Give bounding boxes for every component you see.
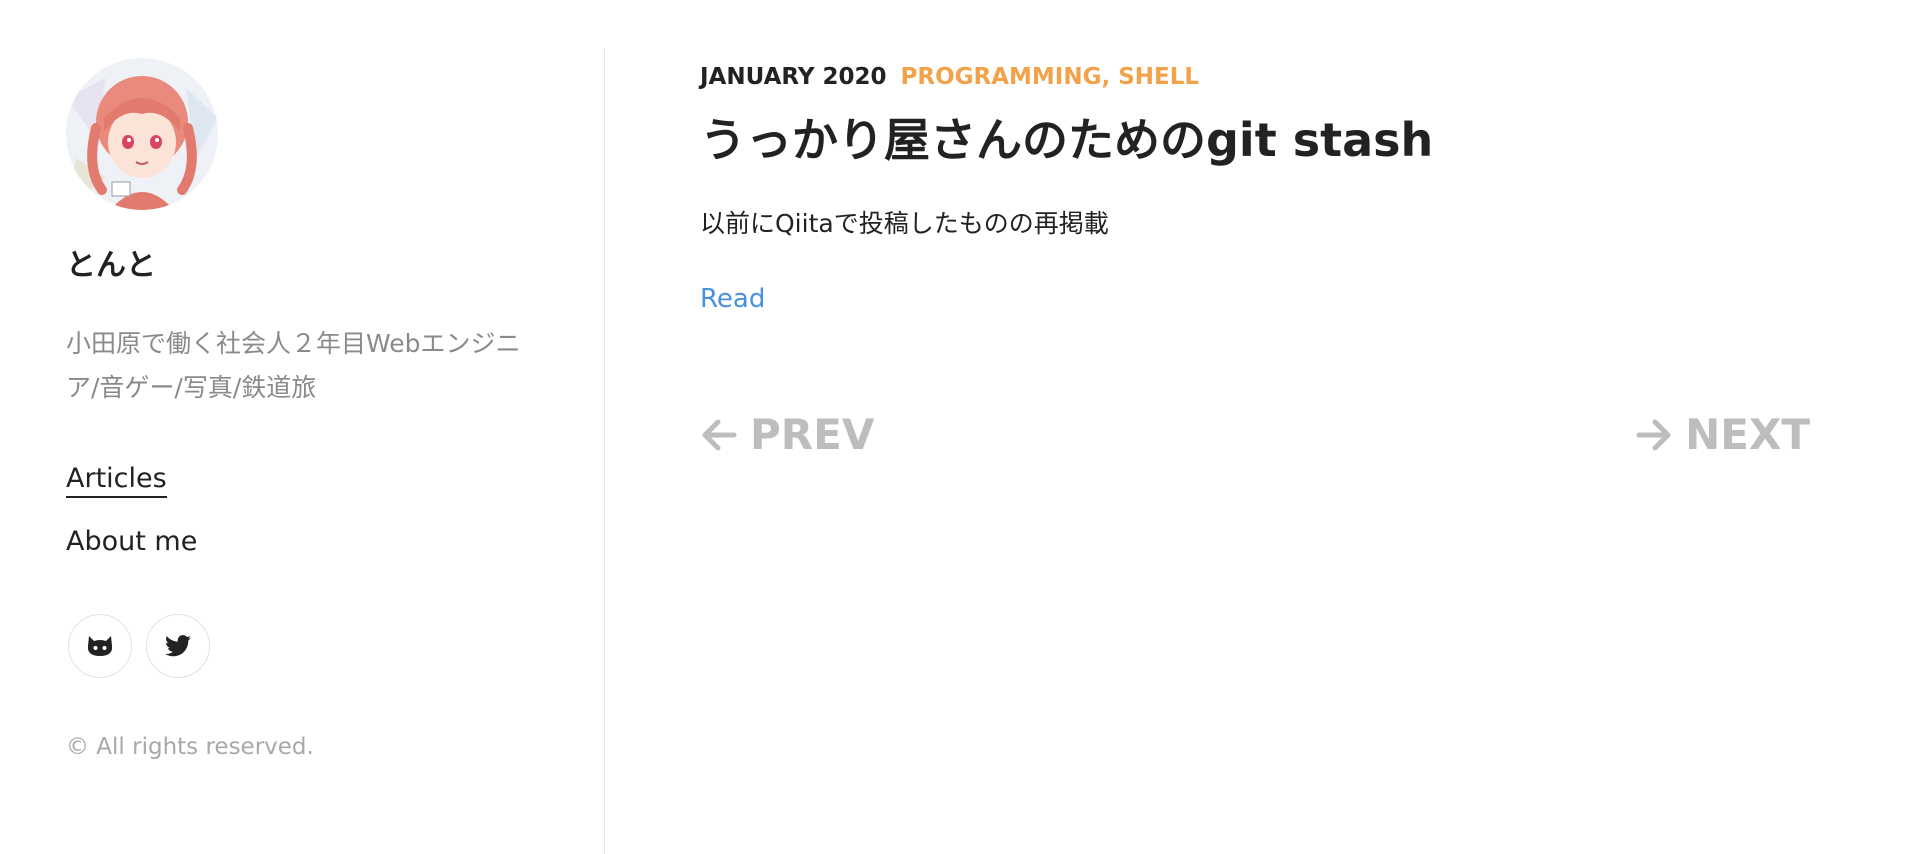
copyright: © All rights reserved. <box>66 734 314 760</box>
avatar[interactable] <box>66 58 218 210</box>
post-meta: JANUARY 2020 PROGRAMMING, SHELL <box>700 64 1199 90</box>
read-link[interactable]: Read <box>700 284 765 314</box>
prev-label: PREV <box>750 410 875 459</box>
next-button[interactable]: NEXT <box>1635 410 1810 459</box>
post-excerpt: 以前にQiitaで投稿したものの再掲載 <box>700 209 1109 238</box>
social-links <box>68 614 210 678</box>
post-date: JANUARY 2020 <box>700 64 887 90</box>
author-name: とんと <box>66 248 156 283</box>
github-button[interactable] <box>68 614 132 678</box>
nav-item-about: About me <box>66 523 197 561</box>
next-label: NEXT <box>1685 410 1810 459</box>
author-bio: 小田原で働く社会人２年目Webエンジニア/音ゲー/写真/鉄道旅 <box>66 329 521 402</box>
arrow-right-icon <box>1636 419 1671 450</box>
sidebar-divider <box>604 48 605 854</box>
twitter-button[interactable] <box>146 614 210 678</box>
nav-item-articles: Articles <box>66 460 197 498</box>
avatar-illustration <box>66 58 218 210</box>
sidebar: とんと 小田原で働く社会人２年目Webエンジニア/音ゲー/写真/鉄道旅 Arti… <box>0 0 604 854</box>
prev-button[interactable]: PREV <box>700 410 874 459</box>
nav-link-about-me[interactable]: About me <box>66 526 197 557</box>
github-icon <box>87 636 113 656</box>
twitter-icon <box>165 635 191 657</box>
post-title[interactable]: うっかり屋さんのためのgit stash <box>700 110 1433 170</box>
pagination: PREV NEXT <box>700 410 1810 466</box>
sidebar-nav: Articles About me <box>66 460 197 586</box>
post-tags[interactable]: PROGRAMMING, SHELL <box>901 64 1200 90</box>
nav-link-articles[interactable]: Articles <box>66 463 167 498</box>
arrow-left-icon <box>702 419 737 450</box>
